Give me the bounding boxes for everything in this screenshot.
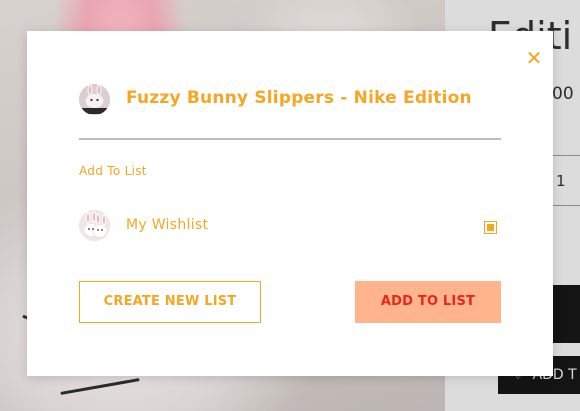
list-item-my-wishlist[interactable]: My Wishlist bbox=[79, 206, 501, 246]
close-icon[interactable]: ✕ bbox=[525, 48, 543, 68]
checkbox-checked-indicator bbox=[486, 223, 494, 231]
add-to-cart-button bbox=[553, 285, 580, 343]
add-to-list-modal: ✕ Fuzzy Bunny Slippers - Nike Edition Ad… bbox=[27, 31, 553, 376]
product-title: Fuzzy Bunny Slippers - Nike Edition bbox=[126, 88, 472, 108]
create-new-list-button[interactable]: CREATE NEW LIST bbox=[79, 281, 261, 323]
wishlist-checkbox[interactable] bbox=[484, 221, 497, 234]
divider bbox=[79, 138, 501, 140]
product-page-price: 00 bbox=[552, 84, 574, 104]
divider bbox=[553, 155, 580, 156]
bunny-slippers-thumbnail-icon bbox=[79, 84, 110, 115]
quantity-value: 1 bbox=[556, 172, 566, 190]
add-to-list-label: Add To List bbox=[79, 164, 147, 178]
list-item-label: My Wishlist bbox=[126, 217, 209, 233]
divider bbox=[553, 205, 580, 206]
add-to-list-button[interactable]: ADD TO LIST bbox=[355, 281, 501, 323]
